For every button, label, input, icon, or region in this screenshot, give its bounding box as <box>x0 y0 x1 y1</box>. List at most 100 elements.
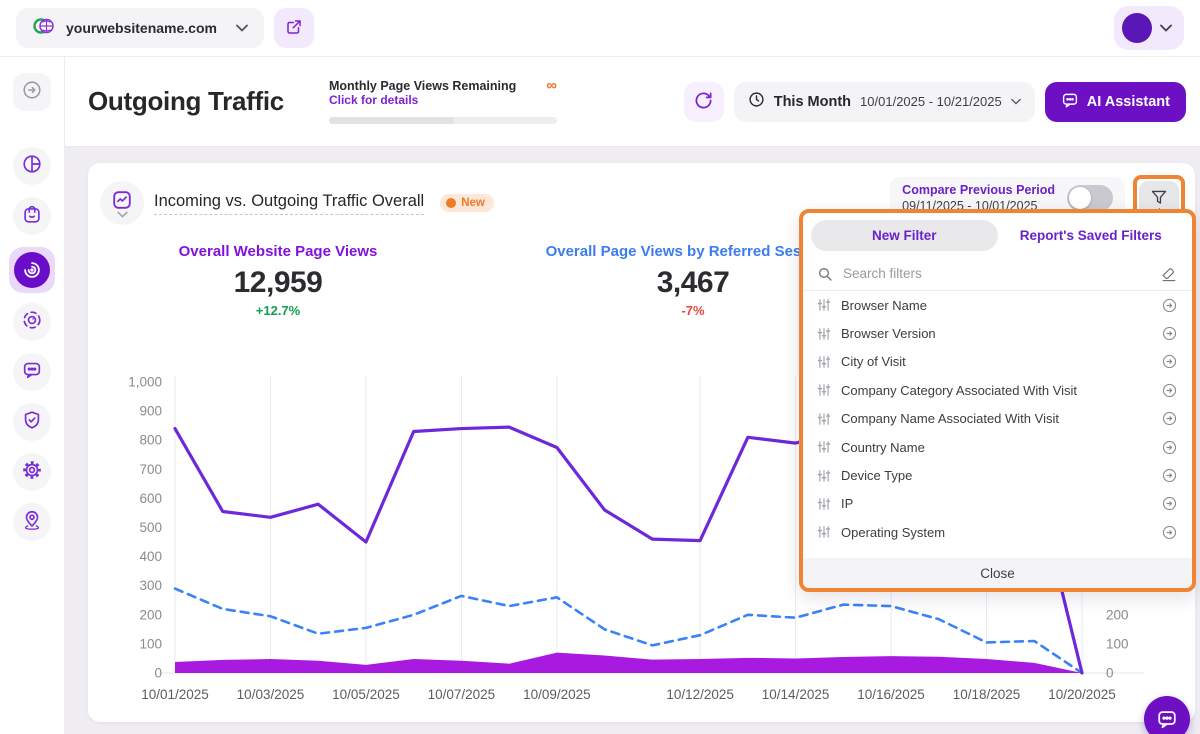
filter-tab-new[interactable]: New Filter <box>811 220 998 251</box>
sidebar-item-pie-chart[interactable] <box>13 147 51 185</box>
svg-text:500: 500 <box>139 520 162 535</box>
filter-item-label: Company Category Associated With Visit <box>841 383 1077 398</box>
filter-item-label: Company Name Associated With Visit <box>841 411 1059 426</box>
radar-spiral-icon <box>14 252 50 288</box>
sidebar-item-radar-spiral[interactable] <box>9 247 55 293</box>
filter-item[interactable]: Browser Name <box>803 291 1192 319</box>
orange-dot-icon <box>446 198 456 208</box>
quota-widget: Monthly Page Views Remaining Click for d… <box>329 79 557 124</box>
sidebar-item-gear[interactable] <box>13 453 51 491</box>
filter-item[interactable]: Operating System <box>803 518 1192 546</box>
svg-text:400: 400 <box>139 549 162 564</box>
arrow-right-circle-icon <box>1161 467 1178 484</box>
website-selector[interactable]: yourwebsitename.com <box>16 8 264 48</box>
svg-text:10/09/2025: 10/09/2025 <box>523 687 591 702</box>
chevron-down-icon <box>117 211 128 218</box>
capture-focus-icon <box>21 309 43 336</box>
filter-close-button[interactable]: Close <box>803 558 1192 588</box>
arrow-right-circle-icon <box>1161 325 1178 342</box>
filter-item[interactable]: City of Visit <box>803 348 1192 376</box>
compare-label: Compare Previous Period <box>902 183 1055 197</box>
open-website-button[interactable] <box>274 8 314 48</box>
filter-panel: New FilterReport's Saved Filters Browser… <box>799 209 1196 592</box>
filter-item-label: Device Type <box>841 468 912 483</box>
arrow-right-circle-icon <box>1161 524 1178 541</box>
chevron-down-icon <box>236 19 248 37</box>
new-badge-label: New <box>461 197 485 209</box>
funnel-icon <box>1150 190 1168 206</box>
sidebar-item-shopping-bag[interactable] <box>13 197 51 235</box>
sliders-icon <box>817 412 831 426</box>
sliders-icon <box>817 298 831 312</box>
filter-item-label: Browser Version <box>841 326 936 341</box>
svg-text:10/16/2025: 10/16/2025 <box>857 687 925 702</box>
svg-text:100: 100 <box>139 636 162 651</box>
sidebar-item-shield-check[interactable] <box>13 403 51 441</box>
sidebar-item-arrow-right-circle[interactable] <box>13 73 51 111</box>
svg-text:100: 100 <box>1106 636 1129 651</box>
sliders-icon <box>817 355 831 369</box>
ai-assistant-label: AI Assistant <box>1087 94 1170 110</box>
eraser-icon[interactable] <box>1160 266 1178 282</box>
filter-item-label: Operating System <box>841 525 945 540</box>
stat-value: 12,959 <box>98 266 458 300</box>
filter-list: Browser Name Browser Version City of Visit… <box>803 291 1192 558</box>
filter-item[interactable]: IP <box>803 490 1192 518</box>
quota-label: Monthly Page Views Remaining <box>329 79 516 93</box>
svg-text:10/03/2025: 10/03/2025 <box>237 687 305 702</box>
ai-assistant-button[interactable]: AI Assistant <box>1045 82 1186 122</box>
shopping-bag-icon <box>21 203 43 230</box>
svg-text:10/01/2025: 10/01/2025 <box>141 687 209 702</box>
filter-item[interactable]: Country Name <box>803 433 1192 461</box>
svg-text:900: 900 <box>139 404 162 419</box>
stat-overall-page-views: Overall Website Page Views 12,959 +12.7% <box>98 243 458 318</box>
filter-search-input[interactable] <box>843 266 1150 281</box>
filter-tab-saved[interactable]: Report's Saved Filters <box>998 220 1185 251</box>
svg-text:200: 200 <box>139 607 162 622</box>
svg-text:0: 0 <box>1106 666 1114 681</box>
infinity-icon: ∞ <box>546 79 557 93</box>
clock-icon <box>748 91 765 113</box>
filter-item[interactable]: Device Type <box>803 461 1192 489</box>
svg-text:200: 200 <box>1106 607 1129 622</box>
chat-bubble-icon <box>21 359 43 386</box>
filter-item[interactable]: Browser Version <box>803 319 1192 347</box>
arrow-right-circle-icon <box>21 79 43 106</box>
sidebar-item-chat-bubble[interactable] <box>13 353 51 391</box>
search-icon <box>817 266 833 282</box>
user-menu[interactable] <box>1114 6 1184 50</box>
filter-item[interactable]: Company Category Associated With Visit <box>803 376 1192 404</box>
card-title[interactable]: Incoming vs. Outgoing Traffic Overall <box>154 192 424 215</box>
svg-text:800: 800 <box>139 433 162 448</box>
website-name: yourwebsitename.com <box>66 20 217 36</box>
filter-tabs: New FilterReport's Saved Filters <box>803 213 1192 257</box>
date-range-picker[interactable]: This Month 10/01/2025 - 10/21/2025 <box>734 82 1035 122</box>
sidebar-item-capture-focus[interactable] <box>13 303 51 341</box>
refresh-icon <box>694 91 713 113</box>
sliders-icon <box>817 440 831 454</box>
metric-selector[interactable] <box>100 181 144 225</box>
filter-item[interactable]: Company Name Associated With Visit <box>803 405 1192 433</box>
sliders-icon <box>817 525 831 539</box>
arrow-right-circle-icon <box>1161 297 1178 314</box>
chevron-down-icon <box>1011 98 1021 105</box>
stat-label: Overall Website Page Views <box>98 243 458 260</box>
page-title: Outgoing Traffic <box>88 86 284 117</box>
sidebar <box>0 57 65 734</box>
chat-icon <box>1061 91 1079 113</box>
arrow-right-circle-icon <box>1161 495 1178 512</box>
chat-icon <box>1156 708 1178 730</box>
support-chat-button[interactable] <box>1144 696 1190 734</box>
location-pin-icon <box>21 509 43 536</box>
arrow-right-circle-icon <box>1161 353 1178 370</box>
pie-chart-icon <box>21 153 43 180</box>
top-bar: yourwebsitename.com <box>0 0 1200 57</box>
sidebar-item-location-pin[interactable] <box>13 503 51 541</box>
svg-text:300: 300 <box>139 578 162 593</box>
sliders-icon <box>817 469 831 483</box>
refresh-button[interactable] <box>684 82 724 122</box>
page-header: Outgoing Traffic Monthly Page Views Rema… <box>65 57 1200 147</box>
compare-toggle[interactable] <box>1067 185 1113 211</box>
quota-details-link[interactable]: Click for details <box>329 93 516 107</box>
svg-text:10/07/2025: 10/07/2025 <box>428 687 496 702</box>
